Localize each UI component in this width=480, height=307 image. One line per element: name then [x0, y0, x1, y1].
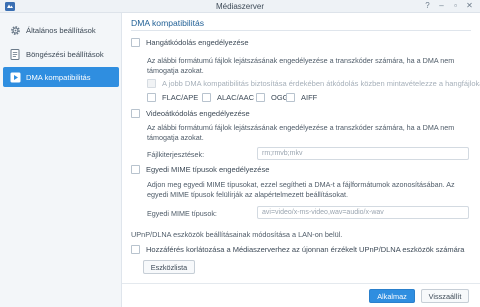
- format-aiff-label: AIFF: [301, 93, 318, 102]
- format-alac-aac-option[interactable]: ALAC/AAC: [202, 93, 254, 102]
- sidebar-item-label: DMA kompatibilitás: [26, 72, 91, 82]
- help-icon[interactable]: ?: [423, 1, 432, 11]
- restrict-access-checkbox[interactable]: [131, 245, 140, 254]
- device-list-button[interactable]: Eszközlista: [143, 260, 195, 274]
- audio-transcode-checkbox[interactable]: [131, 38, 140, 47]
- resample-audio-option[interactable]: A jobb DMA kompatibilitás biztosítása ér…: [147, 79, 480, 88]
- restrict-access-option[interactable]: Hozzáférés korlátozása a Médiaszerverhez…: [131, 245, 464, 254]
- window-title: Médiaszerver: [215, 2, 264, 11]
- reset-button[interactable]: Visszaállít: [421, 289, 469, 303]
- restrict-access-label: Hozzáférés korlátozása a Médiaszerverhez…: [146, 245, 465, 254]
- format-ogg-option[interactable]: OGG: [256, 93, 289, 102]
- custom-mime-input[interactable]: avi=video/x-ms-video,wav=audio/x-wav: [257, 206, 469, 219]
- play-icon: [9, 71, 21, 83]
- close-icon[interactable]: ✕: [465, 1, 474, 11]
- custom-mime-label: Egyedi MIME típusok engedélyezése: [146, 165, 270, 174]
- custom-mime-checkbox[interactable]: [131, 165, 140, 174]
- audio-transcode-description: Az alábbi formátumú fájlok lejátszásának…: [147, 56, 455, 75]
- format-flac-ape-checkbox[interactable]: [147, 93, 156, 102]
- format-aiff-checkbox[interactable]: [286, 93, 295, 102]
- video-transcode-checkbox[interactable]: [131, 109, 140, 118]
- custom-mime-option[interactable]: Egyedi MIME típusok engedélyezése: [131, 165, 269, 174]
- window-titlebar: Médiaszerver ? – ▫ ✕: [0, 0, 480, 13]
- audio-transcode-option[interactable]: Hangátkódolás engedélyezése: [131, 38, 249, 47]
- format-ogg-checkbox[interactable]: [256, 93, 265, 102]
- video-transcode-option[interactable]: Videoátkódolás engedélyezése: [131, 109, 250, 118]
- file-extensions-label: Fájlkiterjesztések:: [147, 150, 205, 159]
- format-flac-ape-label: FLAC/APE: [162, 93, 199, 102]
- minimize-icon[interactable]: –: [437, 1, 446, 11]
- sidebar-item-label: Böngészési beállítások: [26, 49, 104, 59]
- format-flac-ape-option[interactable]: FLAC/APE: [147, 93, 198, 102]
- apply-button[interactable]: Alkalmaz: [369, 289, 415, 303]
- format-alac-aac-label: ALAC/AAC: [217, 93, 255, 102]
- footer-bar: Alkalmaz Visszaállít: [122, 283, 480, 307]
- format-alac-aac-checkbox[interactable]: [202, 93, 211, 102]
- resample-audio-checkbox[interactable]: [147, 79, 156, 88]
- sidebar-item-browse-settings[interactable]: Böngészési beállítások: [3, 44, 119, 64]
- sidebar-item-label: Általános beállítások: [26, 25, 96, 35]
- sidebar-item-dma-compatibility[interactable]: DMA kompatibilitás: [3, 67, 119, 87]
- gear-icon: [9, 24, 21, 36]
- document-icon: [9, 48, 21, 60]
- resample-audio-label: A jobb DMA kompatibilitás biztosítása ér…: [162, 79, 480, 88]
- maximize-icon[interactable]: ▫: [451, 1, 460, 11]
- video-transcode-label: Videoátkódolás engedélyezése: [146, 109, 250, 118]
- custom-mime-field-label: Egyedi MIME típusok:: [147, 209, 217, 218]
- custom-mime-description: Adjon meg egyedi MIME típusokat, ezzel s…: [147, 180, 455, 199]
- format-aiff-option[interactable]: AIFF: [286, 93, 317, 102]
- sidebar-item-general-settings[interactable]: Általános beállítások: [3, 20, 119, 40]
- audio-transcode-label: Hangátkódolás engedélyezése: [146, 38, 249, 47]
- page-title: DMA kompatibilitás: [131, 18, 205, 28]
- title-divider: [131, 30, 471, 31]
- sidebar: Általános beállítások Böngészési beállít…: [0, 13, 122, 307]
- video-transcode-description: Az alábbi formátumú fájlok lejátszásának…: [147, 123, 455, 142]
- file-extensions-input[interactable]: rm;rmvb;mkv: [257, 147, 469, 160]
- upnp-section-text: UPnP/DLNA eszközök beállításainak módosí…: [131, 230, 343, 239]
